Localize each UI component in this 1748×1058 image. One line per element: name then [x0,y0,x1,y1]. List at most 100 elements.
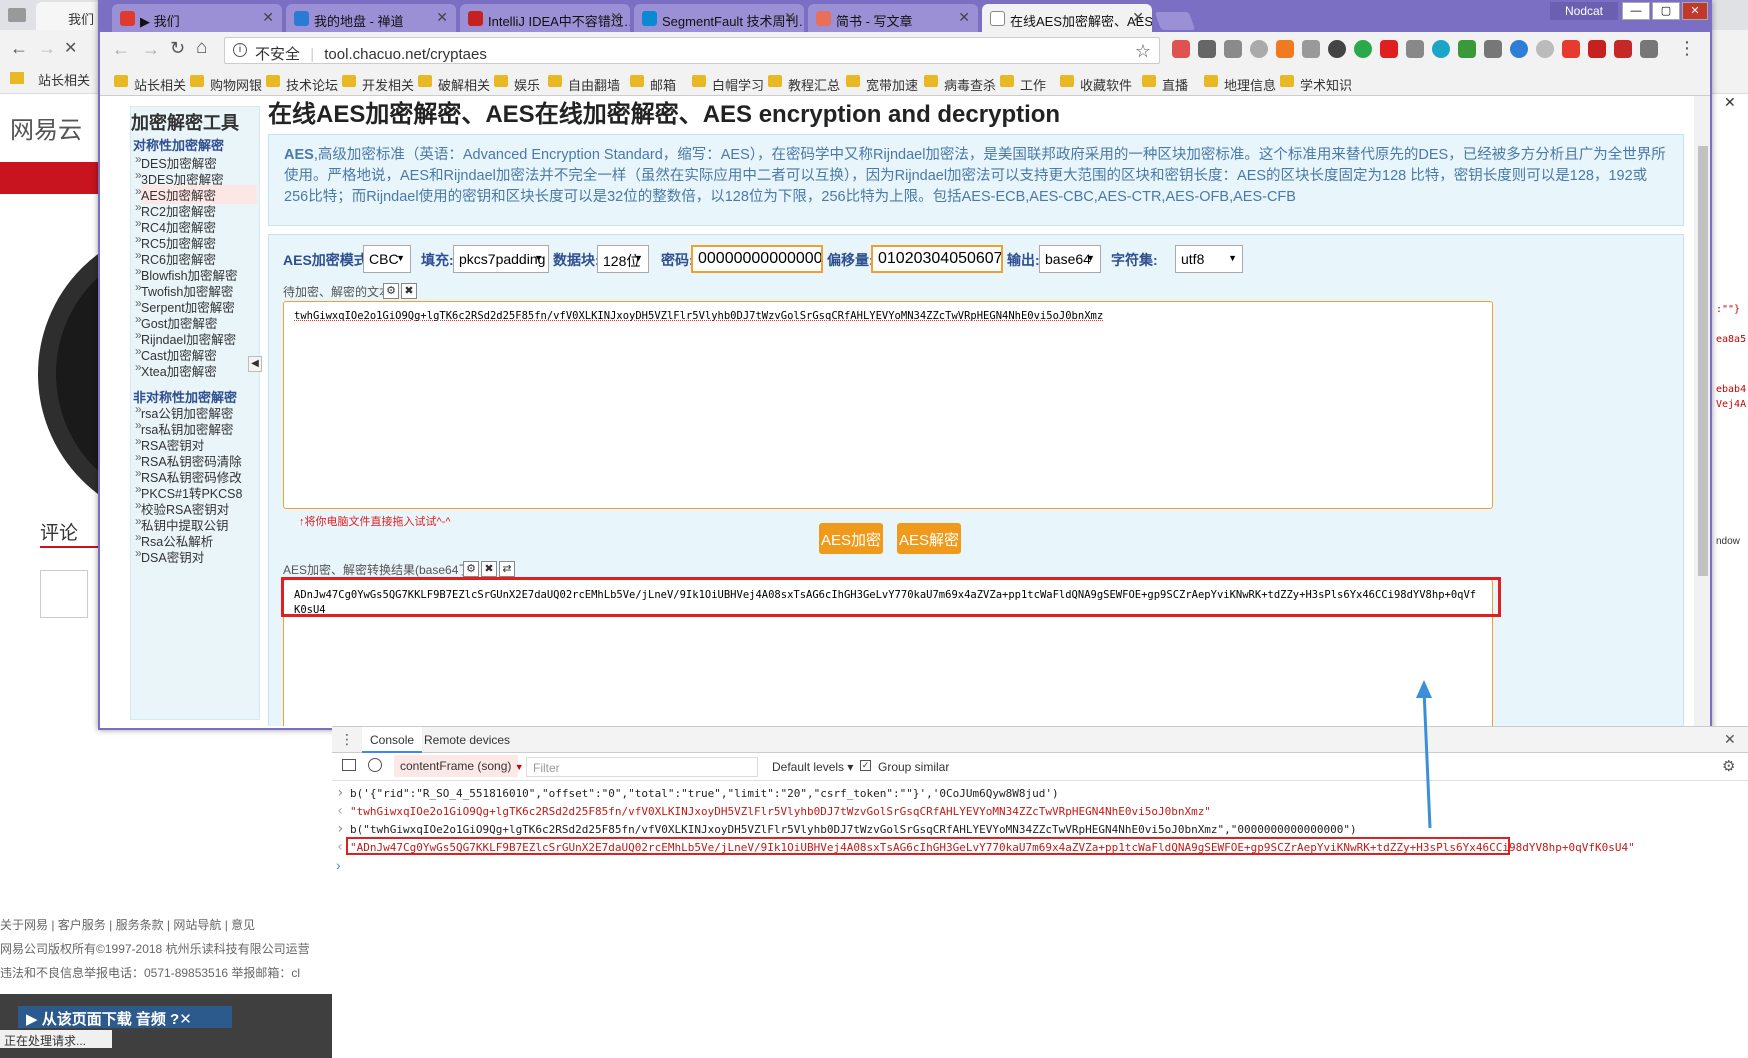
close-icon[interactable]: ✕ [1724,731,1736,748]
background-back-icon[interactable]: ← [10,38,28,59]
extension-icon[interactable] [1458,40,1476,58]
background-forward-icon[interactable]: → [38,38,56,59]
password-input[interactable]: 0000000000000000 [691,245,823,273]
extension-icon[interactable] [1588,40,1606,58]
tab-6-active[interactable]: 在线AES加密解密、AES在…✕ [982,4,1152,32]
extension-icon[interactable] [1328,40,1346,58]
block-select[interactable]: 128位 [597,245,649,273]
star-icon[interactable]: ☆ [1135,41,1151,62]
tab-1[interactable]: ▶ 我们 ✕ [112,4,282,32]
extension-icon[interactable] [1536,40,1554,58]
bookmark-item[interactable]: 宽带加速 [844,75,918,94]
extension-icon[interactable] [1302,40,1320,58]
bookmark-item[interactable]: 开发相关 [340,75,414,94]
new-tab-button[interactable] [1154,12,1196,30]
context-select[interactable]: contentFrame (song) ▼ [394,755,524,777]
sidebar-collapse-button[interactable]: ◀ [248,356,262,372]
bookmark-item[interactable]: 自由翻墙 [546,75,620,94]
adblock-icon[interactable] [1614,40,1632,58]
close-icon[interactable]: ✕ [262,9,274,26]
bookmark-item[interactable]: 学术知识 [1278,75,1352,94]
scrollbar-thumb[interactable] [1698,146,1708,576]
close-icon[interactable]: ✕ [610,9,622,26]
extension-icon[interactable] [1406,40,1424,58]
extension-icon[interactable] [1354,40,1372,58]
console-settings-icon[interactable]: ⚙ [1722,757,1735,775]
bookmark-item[interactable]: 直播 [1140,75,1188,94]
bookmark-item[interactable]: 邮箱 [628,75,676,94]
bookmark-item[interactable]: 娱乐 [492,75,540,94]
tab-5[interactable]: 简书 - 写文章 ✕ [808,4,978,32]
extension-icon[interactable] [1640,40,1658,58]
console-prompt[interactable]: › [336,857,341,873]
settings-icon[interactable]: ⚙ [463,561,479,577]
extension-icon[interactable] [1484,40,1502,58]
charset-select[interactable]: utf8 [1175,245,1243,273]
settings-icon[interactable]: ⚙ [383,283,399,299]
bookmark-item[interactable]: 地理信息 [1202,75,1276,94]
bookmark-item[interactable]: 白帽学习 [690,75,764,94]
background-bookmark[interactable]: 站长相关 [38,70,90,89]
extension-icon[interactable] [1276,40,1294,58]
iv-input[interactable]: 0102030405060708 [871,245,1003,273]
extension-icon[interactable] [1198,40,1216,58]
extension-icon[interactable] [1562,40,1580,58]
bookmark-item[interactable]: 技术论坛 [264,75,338,94]
extension-icon[interactable] [1380,40,1398,58]
group-similar-checkbox[interactable]: ✓ [860,760,871,771]
reload-icon[interactable]: ↻ [170,38,185,59]
devtools-tabs: ⋮ Console Remote devices ✕ [332,727,1748,753]
close-icon[interactable]: ✕ [436,9,448,26]
extension-icon[interactable] [1250,40,1268,58]
padding-select[interactable]: pkcs7padding [453,245,549,273]
bookmark-item[interactable]: 教程汇总 [766,75,840,94]
bookmark-item[interactable]: 购物网银 [188,75,262,94]
maximize-button[interactable]: ▢ [1652,2,1680,20]
more-icon[interactable]: ⋮ [340,731,354,748]
swap-icon[interactable]: ⇄ [499,561,515,577]
minimize-button[interactable]: — [1622,2,1650,20]
close-icon[interactable]: ✕ [784,9,796,26]
sidebar-item-xtea[interactable]: Xtea加密解密 [135,360,217,380]
bookmark-item[interactable]: 站长相关 [112,75,186,94]
download-audio-bar[interactable]: ▶ 从该页面下载 音频 ?✕ [18,1006,232,1028]
iv-label: 偏移量: [827,252,874,268]
bookmark-item[interactable]: 工作 [998,75,1046,94]
tab-3[interactable]: IntelliJ IDEA中不容错过… ✕ [460,4,630,32]
tab-remote-devices[interactable]: Remote devices [424,733,510,747]
clear-console-icon[interactable] [368,758,382,772]
bookmark-item[interactable]: 破解相关 [416,75,490,94]
mode-select[interactable]: CBC [363,245,411,273]
tab-4[interactable]: SegmentFault 技术周刊… ✕ [634,4,804,32]
extension-icon[interactable] [1510,40,1528,58]
clear-icon[interactable]: ✖ [401,283,417,299]
home-icon[interactable]: ⌂ [196,37,207,59]
sidebar-toggle-icon[interactable] [342,759,356,771]
tab-console[interactable]: Console [362,727,423,753]
input-textarea[interactable]: twhGiwxqIOe2o1GiO9Qg+lgTK6c2RSd2d25F85fn… [283,301,1493,509]
extension-icon[interactable] [1224,40,1242,58]
menu-icon[interactable]: ⋮ [1678,38,1696,59]
aes-encrypt-button[interactable]: AES加密 [819,523,883,554]
extension-icon[interactable] [1432,40,1450,58]
tab-2[interactable]: 我的地盘 - 禅道 ✕ [286,4,456,32]
back-icon[interactable]: ← [112,39,130,60]
profile-name[interactable]: Nodcat [1550,2,1618,20]
close-icon[interactable]: ✕ [1724,94,1736,111]
info-icon[interactable]: i [233,43,247,57]
clear-icon[interactable]: ✖ [481,561,497,577]
close-icon[interactable]: ✕ [1132,9,1144,26]
sidebar-item-dsa[interactable]: DSA密钥对 [135,546,204,566]
forward-icon[interactable]: → [142,39,160,60]
output-select[interactable]: base64 [1039,245,1101,273]
aes-decrypt-button[interactable]: AES解密 [897,523,961,554]
console-filter-input[interactable]: Filter [526,757,758,777]
close-icon[interactable]: ✕ [958,9,970,26]
background-stop-icon[interactable]: ✕ [64,38,77,58]
bookmark-item[interactable]: 病毒查杀 [922,75,996,94]
default-levels-select[interactable]: Default levels ▾ [772,760,853,774]
close-window-button[interactable]: ✕ [1682,2,1708,20]
address-bar[interactable]: i 不安全 | tool.chacuo.net/cryptaes ☆ [224,37,1160,64]
gmail-extension-icon[interactable] [1172,40,1190,58]
bookmark-item[interactable]: 收藏软件 [1058,75,1132,94]
